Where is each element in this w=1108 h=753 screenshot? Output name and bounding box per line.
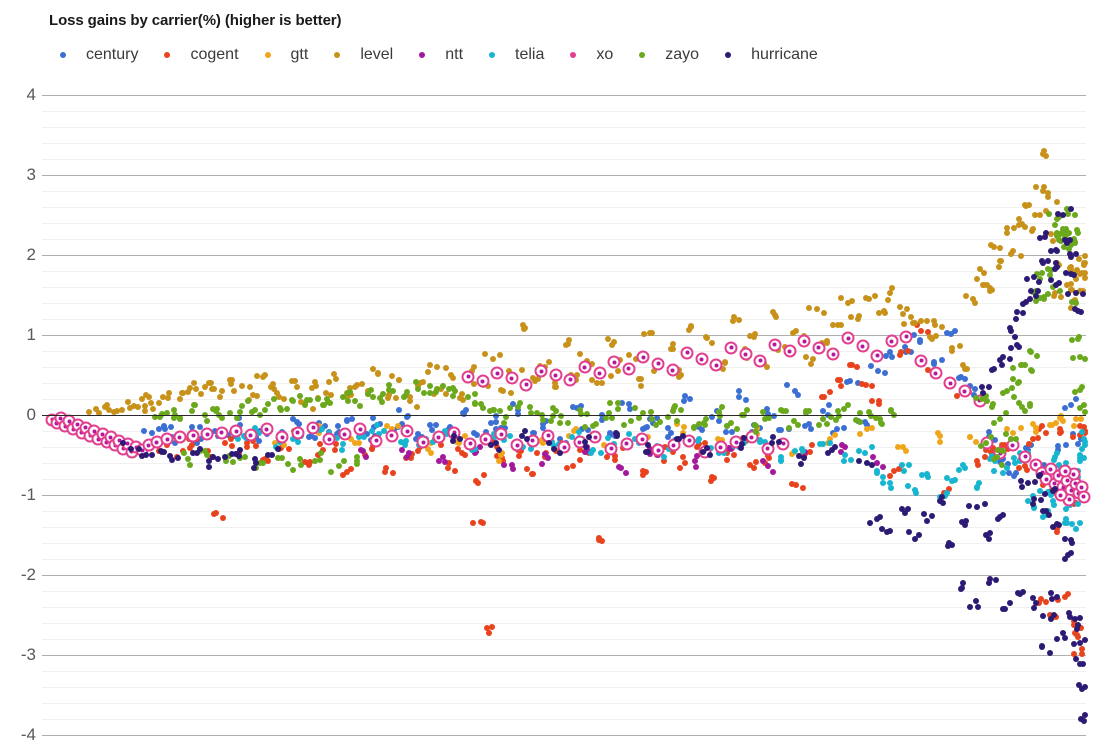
legend-item-hurricane[interactable]: hurricane — [725, 46, 818, 64]
plot-area — [42, 95, 1091, 736]
legend-swatch-gtt-icon — [264, 52, 271, 58]
legend-label: telia — [515, 46, 545, 63]
y-axis-tick-label: 4 — [26, 85, 36, 104]
y-axis-tick-label: -3 — [20, 645, 36, 664]
legend-label: ntt — [445, 46, 464, 63]
y-axis-tick-label: 0 — [26, 405, 36, 424]
legend-item-century[interactable]: century — [60, 46, 138, 64]
legend-swatch-cogent-icon — [164, 52, 171, 58]
legend-swatch-ntt-icon — [419, 52, 426, 58]
legend-label: cogent — [190, 46, 239, 63]
legend-item-cogent[interactable]: cogent — [164, 46, 239, 64]
legend-label: zayo — [665, 46, 700, 63]
scatter-chart: Loss gains by carrier(%) (higher is bett… — [0, 0, 1108, 753]
y-axis-tick-label: -2 — [20, 565, 36, 584]
legend-swatch-telia-icon — [489, 52, 496, 58]
y-axis-tick-label: 3 — [26, 165, 36, 184]
y-axis-tick-label: 2 — [26, 245, 36, 264]
y-axis-tick-label: -1 — [20, 485, 36, 504]
gridline-major — [42, 735, 1086, 736]
legend-swatch-xo-icon — [570, 52, 577, 58]
legend-label: level — [360, 46, 394, 63]
legend-swatch-zayo-icon — [639, 52, 646, 58]
legend-item-telia[interactable]: telia — [489, 46, 544, 64]
zero-reference-line-layer — [42, 95, 1086, 735]
zero-reference-line — [42, 415, 1086, 416]
legend-swatch-level-icon — [334, 52, 341, 58]
y-axis: 4 3 2 1 0 -1 -2 -3 -4 — [0, 85, 36, 744]
legend-item-ntt[interactable]: ntt — [419, 46, 463, 64]
chart-legend: century cogent gtt level ntt telia xo zayo hurri… — [60, 42, 844, 68]
y-axis-tick-label: 1 — [26, 325, 36, 344]
legend-label: xo — [596, 46, 614, 63]
legend-label: gtt — [290, 46, 309, 63]
legend-item-level[interactable]: level — [334, 46, 393, 64]
legend-swatch-century-icon — [60, 52, 66, 58]
legend-item-gtt[interactable]: gtt — [264, 46, 309, 64]
y-axis-tick-label: -4 — [20, 725, 36, 744]
legend-item-zayo[interactable]: zayo — [639, 46, 699, 64]
chart-title: Loss gains by carrier(%) (higher is bett… — [49, 12, 342, 29]
legend-label: hurricane — [751, 46, 818, 63]
legend-label: century — [86, 46, 139, 63]
legend-swatch-hurricane-icon — [725, 52, 732, 58]
legend-item-xo[interactable]: xo — [570, 46, 613, 64]
